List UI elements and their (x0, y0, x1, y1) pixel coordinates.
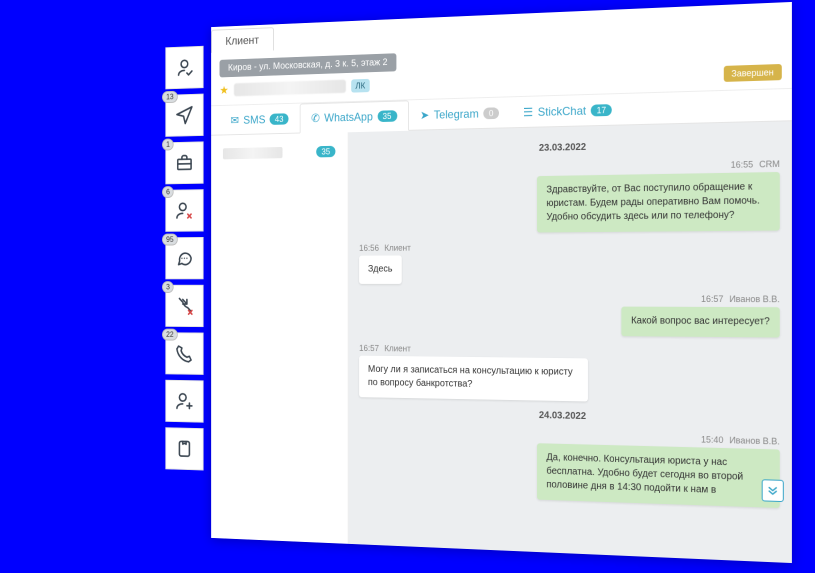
tab-label: WhatsApp (324, 110, 373, 125)
msg-bubble[interactable]: Могу ли я записаться на консультацию к ю… (359, 356, 588, 402)
sidebar-item-missed-call[interactable]: 3 (165, 285, 203, 327)
sidebar-badge: 95 (162, 234, 178, 246)
tab-telegram[interactable]: ➤ Telegram 0 (408, 97, 510, 130)
date-separator: 23.03.2022 (359, 138, 780, 158)
star-icon: ★ (220, 84, 229, 97)
main-panel: Клиент Киров - ул. Московская, д. 3 к. 5… (211, 2, 792, 563)
msg-time: 16:57 (701, 294, 723, 304)
chat-area: 23.03.2022 16:55 CRM Здравствуйте, от Вас… (349, 121, 792, 563)
tab-sms[interactable]: ✉ SMS 43 (220, 104, 300, 135)
chat-bubble-icon (174, 247, 194, 269)
sidebar-item-send[interactable]: 13 (165, 94, 203, 137)
chevron-double-down-icon (766, 483, 780, 498)
msg-sender: Иванов В.В. (729, 435, 779, 446)
tab-client[interactable]: Клиент (211, 27, 273, 53)
sidebar-badge: 22 (162, 329, 178, 341)
scroll-down-button[interactable] (762, 479, 784, 502)
sidebar-item-briefcase[interactable]: 1 (165, 141, 203, 184)
content-row: 35 23.03.2022 16:55 CRM Здравствуйте, от … (211, 121, 792, 563)
status-chip[interactable]: Завершен (723, 64, 781, 82)
user-add-icon (174, 390, 194, 412)
paper-plane-icon (174, 104, 194, 127)
msg-time: 16:57 (359, 343, 379, 353)
sidebar-item-phone[interactable]: 22 (165, 332, 203, 375)
msg-sender: CRM (759, 159, 780, 169)
msg-time: 16:55 (731, 159, 753, 169)
msg-time: 15:40 (701, 435, 723, 446)
thread-item[interactable]: 35 (218, 140, 341, 165)
sidebar-item-user-remove[interactable]: 6 (165, 189, 203, 232)
message-out: 16:55 CRM Здравствуйте, от Вас поступило … (359, 159, 780, 234)
user-remove-icon (174, 199, 194, 221)
sms-icon: ✉ (231, 114, 240, 127)
tab-label: StickChat (538, 104, 586, 119)
telegram-icon: ➤ (420, 108, 429, 122)
tab-label: Telegram (434, 107, 479, 122)
tab-label: SMS (243, 113, 265, 127)
client-name-redacted (234, 80, 346, 97)
user-check-icon (174, 56, 194, 79)
thread-name-redacted (223, 147, 283, 159)
tab-stickchat[interactable]: ☰ StickChat 17 (511, 94, 624, 127)
sidebar-item-add-user[interactable] (165, 380, 203, 423)
thread-count: 35 (316, 146, 335, 158)
address-chip[interactable]: Киров - ул. Московская, д. 3 к. 5, этаж … (220, 53, 397, 77)
sidebar-badge: 6 (162, 186, 174, 198)
sidebar-badge: 13 (162, 91, 178, 103)
tab-count: 0 (483, 107, 499, 119)
message-out: 16:57 Иванов В.В. Какой вопрос вас интере… (359, 293, 780, 337)
sidebar-item-card[interactable] (165, 427, 203, 470)
msg-bubble[interactable]: Здесь (359, 255, 401, 284)
msg-time: 16:56 (359, 243, 379, 253)
tab-count: 35 (377, 110, 397, 122)
msg-bubble[interactable]: Какой вопрос вас интересует? (621, 307, 779, 338)
message-out: 15:40 Иванов В.В. Да, конечно. Консультац… (359, 426, 780, 508)
card-icon (174, 438, 194, 461)
missed-call-icon (174, 295, 194, 317)
msg-bubble[interactable]: Здравствуйте, от Вас поступило обращение… (537, 172, 780, 232)
briefcase-icon (174, 152, 194, 174)
phone-icon (174, 342, 194, 364)
date-separator: 24.03.2022 (359, 407, 780, 427)
sidebar-item-chat[interactable]: 95 (165, 237, 203, 279)
message-in: 16:56 Клиент Здесь (359, 241, 780, 284)
tab-whatsapp[interactable]: ✆ WhatsApp 35 (300, 100, 409, 133)
tab-count: 17 (591, 104, 612, 116)
msg-bubble[interactable]: Да, конечно. Консультация юриста у нас б… (537, 443, 780, 508)
message-in: 16:57 Клиент Могу ли я записаться на конс… (359, 343, 780, 405)
left-sidebar: 13 1 6 95 3 22 (165, 46, 203, 471)
msg-sender: Клиент (384, 344, 410, 354)
sidebar-badge: 1 (162, 138, 174, 150)
sidebar-badge: 3 (162, 281, 174, 293)
whatsapp-icon: ✆ (311, 111, 320, 124)
sidebar-item-contacts[interactable] (165, 46, 203, 90)
lk-chip[interactable]: ЛК (351, 79, 370, 93)
msg-sender: Иванов В.В. (729, 294, 779, 304)
msg-sender: Клиент (384, 243, 410, 253)
thread-list: 35 (211, 132, 348, 544)
tab-count: 43 (270, 113, 289, 125)
stickchat-icon: ☰ (523, 105, 533, 119)
